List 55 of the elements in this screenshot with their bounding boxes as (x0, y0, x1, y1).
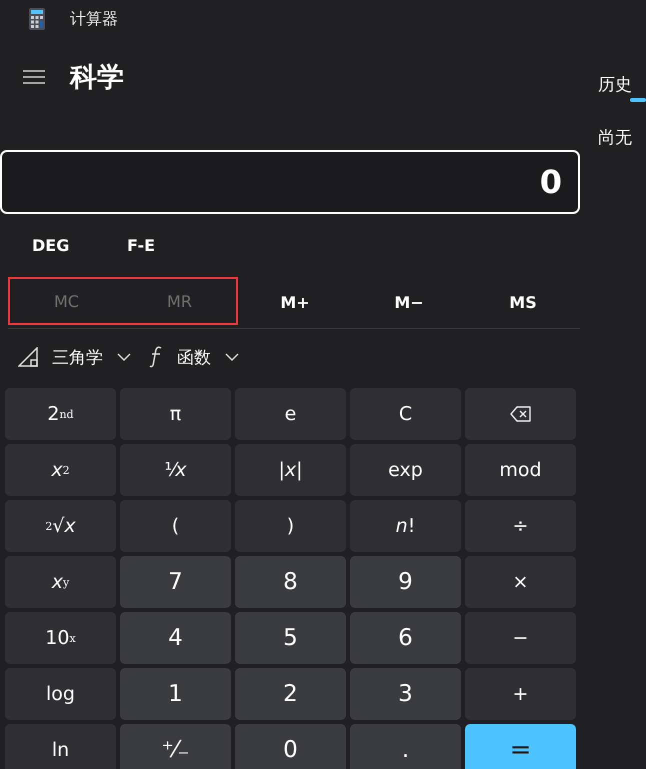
key-button[interactable]: mod (465, 444, 576, 496)
key-button[interactable]: ) (235, 500, 346, 552)
key-button[interactable]: 4 (120, 612, 231, 664)
key-button[interactable]: 6 (350, 612, 461, 664)
key-button[interactable]: + (465, 668, 576, 720)
key-button[interactable]: ÷ (465, 500, 576, 552)
backspace-icon (510, 406, 532, 422)
key-button[interactable]: C (350, 388, 461, 440)
key-button[interactable]: n! (350, 500, 461, 552)
key-button[interactable]: ⁺⁄₋ (120, 724, 231, 769)
empty-history-text: 尚无 (598, 127, 633, 149)
dropdown-button[interactable]: 三角学 (18, 339, 135, 375)
key-button[interactable]: 9 (350, 556, 461, 608)
key-button[interactable]: ln (5, 724, 116, 769)
key-button[interactable]: × (465, 556, 576, 608)
key-button[interactable]: log (5, 668, 116, 720)
display-field: 0 (0, 150, 580, 214)
key-button[interactable]: e (235, 388, 346, 440)
mode-title: 科学 (70, 61, 124, 95)
key-button[interactable]: $^{2}$√x (5, 500, 116, 552)
key-button[interactable]: 10$^{x}$ (5, 612, 116, 664)
key-button[interactable]: . (350, 724, 461, 769)
dropdown-button[interactable]: 函数 (149, 339, 243, 375)
memory-button[interactable]: MS (466, 280, 580, 324)
key-button[interactable]: 5 (235, 612, 346, 664)
backspace-button[interactable] (465, 388, 576, 440)
key-button[interactable]: ( (120, 500, 231, 552)
chevron-icon (225, 353, 239, 361)
tab-underline (630, 98, 646, 102)
key-button[interactable]: exp (350, 444, 461, 496)
key-button[interactable]: − (465, 612, 576, 664)
key-button[interactable]: x$^{y}$ (5, 556, 116, 608)
key-button[interactable]: 0 (235, 724, 346, 769)
key-button[interactable]: 3 (350, 668, 461, 720)
memory-button[interactable]: M− (352, 280, 466, 324)
calculator-icon (29, 8, 45, 30)
menu-icon[interactable] (23, 69, 45, 85)
memory-button[interactable]: M+ (238, 280, 352, 324)
mode-button[interactable]: DEG (12, 228, 107, 262)
key-button[interactable]: 7 (120, 556, 231, 608)
function-icon (149, 346, 163, 368)
key-button[interactable]: ¹⁄x (120, 444, 231, 496)
key-button[interactable]: 8 (235, 556, 346, 608)
key-button[interactable]: 2$^{nd}$ (5, 388, 116, 440)
key-button[interactable]: |x| (235, 444, 346, 496)
key-button[interactable]: = (465, 724, 576, 769)
key-button[interactable]: 2 (235, 668, 346, 720)
window-title: 计算器 (70, 8, 118, 30)
key-button[interactable]: x$^{2}$ (5, 444, 116, 496)
triangle-icon (18, 347, 38, 367)
mode-button[interactable]: F-E (107, 228, 202, 262)
history-tab[interactable]: 历史 (598, 62, 632, 106)
key-button[interactable]: π (120, 388, 231, 440)
chevron-icon (117, 353, 131, 361)
key-button[interactable]: 1 (120, 668, 231, 720)
